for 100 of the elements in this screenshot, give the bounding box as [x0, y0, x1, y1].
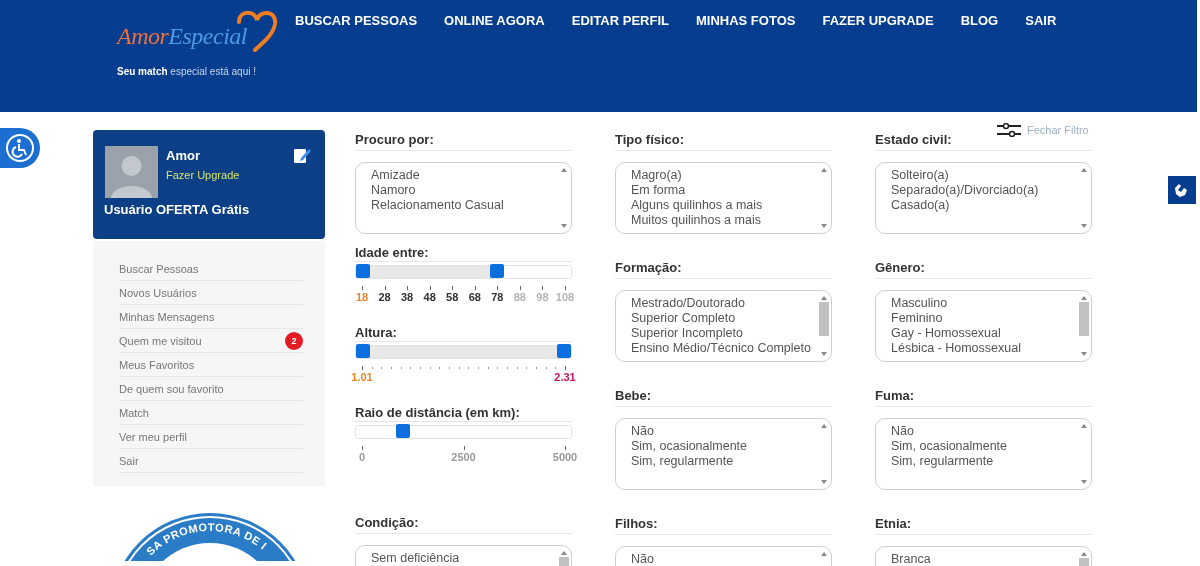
slider-track[interactable] [355, 265, 572, 279]
scroll-up-icon[interactable] [821, 296, 827, 300]
nav-link[interactable]: MINHAS FOTOS [696, 13, 796, 29]
list-option[interactable]: Alguns quilinhos a mais [631, 198, 817, 213]
scroll-down-icon[interactable] [1081, 352, 1087, 356]
scale-label: 108 [555, 291, 575, 303]
sidebar-link[interactable]: Ver meu perfil [119, 430, 187, 443]
list-option[interactable]: Lésbica - Homossexual [891, 341, 1077, 356]
scale-label: 78 [491, 291, 504, 303]
scale-label: 28 [378, 291, 391, 303]
scroll-down-icon[interactable] [1081, 480, 1087, 484]
listbox[interactable]: Masculino Feminino Gay - Homossexual Lésbica - Homossexual [875, 290, 1092, 362]
scroll-down-icon[interactable] [821, 352, 827, 356]
notification-badge: 2 [285, 331, 303, 350]
nav-link[interactable]: BUSCAR PESSOAS [295, 13, 418, 29]
sidebar-link[interactable]: Quem me visitou [119, 334, 202, 347]
scroll-up-icon[interactable] [1081, 424, 1087, 428]
nav-link[interactable]: BLOG [960, 13, 999, 29]
list-option[interactable]: Gay - Homossexual [891, 326, 1077, 341]
scale-label: 2500 [451, 451, 476, 463]
list-option[interactable]: Em forma [631, 183, 817, 198]
slider-handle[interactable] [557, 344, 571, 358]
list-option[interactable]: Superior Incompleto [631, 326, 817, 341]
list-option[interactable]: Mestrado/Doutorado [631, 296, 817, 311]
scroll-down-icon[interactable] [1081, 224, 1087, 228]
filter-label: Tipo físico: [615, 130, 832, 151]
slider-handle[interactable] [490, 264, 505, 278]
accessibility-button[interactable] [0, 128, 40, 168]
scroll-down-icon[interactable] [561, 224, 567, 228]
list-option[interactable]: Separado(a)/Divorciado(a) [891, 183, 1077, 198]
listbox[interactable]: Não Sim, ocasionalmente Sim, regularmente [875, 418, 1092, 490]
list-option[interactable]: Sim, ocasionalmente [891, 439, 1077, 454]
list-option[interactable]: Não [891, 424, 1077, 439]
scroll-up-icon[interactable] [1081, 168, 1087, 172]
nav-link[interactable]: ONLINE AGORA [444, 13, 545, 29]
list-option[interactable]: Solteiro(a) [891, 168, 1077, 183]
upgrade-link[interactable]: Fazer Upgrade [166, 169, 240, 181]
sidebar-link[interactable]: Match [119, 406, 149, 419]
nav-link[interactable]: FAZER UPGRADE [822, 13, 934, 29]
listbox[interactable]: Amizade Namoro Relacionamento Casual [355, 162, 572, 234]
slider-handle[interactable] [356, 264, 370, 278]
listbox[interactable]: Não [615, 546, 832, 566]
scroll-up-icon[interactable] [1081, 552, 1087, 556]
listbox[interactable]: Mestrado/Doutorado Superior Completo Superior Incompleto Ensino Médio/Técnico Completo [615, 290, 832, 362]
list-option[interactable]: Sim, regularmente [631, 454, 817, 469]
scroll-thumb[interactable] [1079, 302, 1089, 336]
list-option[interactable]: Branca [891, 552, 1077, 566]
list-option[interactable]: Superior Completo [631, 311, 817, 326]
nav-link[interactable]: EDITAR PERFIL [571, 13, 669, 29]
sign-language-button[interactable] [1168, 176, 1196, 204]
listbox[interactable]: Não Sim, ocasionalmente Sim, regularmente [615, 418, 832, 490]
scale-label: 0 [358, 451, 366, 463]
sidebar-link[interactable]: De quem sou favorito [119, 382, 224, 395]
list-option[interactable]: Não [631, 424, 817, 439]
scale-label: 48 [423, 291, 436, 303]
scroll-up-icon[interactable] [561, 168, 567, 172]
scroll-down-icon[interactable] [821, 480, 827, 484]
edit-icon[interactable] [293, 146, 311, 164]
slider-handle[interactable] [356, 344, 370, 358]
sidebar-link[interactable]: Minhas Mensagens [119, 310, 215, 323]
slider-handle[interactable] [396, 424, 411, 438]
filter-label: Condição: [355, 513, 572, 534]
filter-label: Idade entre: [355, 245, 572, 262]
filter-label: Procuro por: [355, 130, 572, 151]
plan-label: Usuário OFERTA Grátis [104, 202, 250, 217]
listbox[interactable]: Sem deficiência [355, 545, 572, 566]
list-option[interactable]: Feminino [891, 311, 1077, 326]
nav-link[interactable]: SAIR [1025, 13, 1057, 29]
list-option[interactable]: Ensino Médio/Técnico Completo [631, 341, 817, 356]
scroll-up-icon[interactable] [821, 424, 827, 428]
listbox[interactable]: Magro(a) Em forma Alguns quilinhos a mais Muitos quilinhos a mais [615, 162, 832, 234]
list-option[interactable]: Namoro [371, 183, 557, 198]
user-name: Amor [166, 148, 201, 163]
scroll-up-icon[interactable] [821, 552, 827, 556]
list-option[interactable]: Sem deficiência [371, 551, 557, 566]
slider-track[interactable] [355, 345, 572, 359]
scroll-thumb[interactable] [819, 302, 829, 336]
scroll-down-icon[interactable] [821, 224, 827, 228]
list-option[interactable]: Sim, ocasionalmente [631, 439, 817, 454]
sidebar-link[interactable]: Novos Usuários [119, 286, 197, 299]
sidebar-link[interactable]: Meus Favoritos [119, 358, 195, 371]
scroll-up-icon[interactable] [561, 551, 567, 555]
list-option[interactable]: Sim, regularmente [891, 454, 1077, 469]
list-option[interactable]: Casado(a) [891, 198, 1077, 213]
scale-label: 38 [401, 291, 414, 303]
scale-label: 88 [513, 291, 526, 303]
listbox[interactable]: Solteiro(a) Separado(a)/Divorciado(a) Casado(a) [875, 162, 1092, 234]
list-option[interactable]: Não [631, 552, 817, 566]
listbox[interactable]: Branca [875, 546, 1092, 566]
list-option[interactable]: Masculino [891, 296, 1077, 311]
list-option[interactable]: Amizade [371, 168, 557, 183]
sidebar-link[interactable]: Sair [119, 454, 139, 467]
sidebar-link[interactable]: Buscar Pessoas [119, 262, 199, 275]
scroll-up-icon[interactable] [821, 168, 827, 172]
slider-track[interactable] [355, 425, 572, 439]
list-option[interactable]: Magro(a) [631, 168, 817, 183]
scale-label: 18 [355, 291, 369, 303]
list-option[interactable]: Relacionamento Casual [371, 198, 557, 213]
scroll-up-icon[interactable] [1081, 296, 1087, 300]
list-option[interactable]: Muitos quilinhos a mais [631, 213, 817, 228]
